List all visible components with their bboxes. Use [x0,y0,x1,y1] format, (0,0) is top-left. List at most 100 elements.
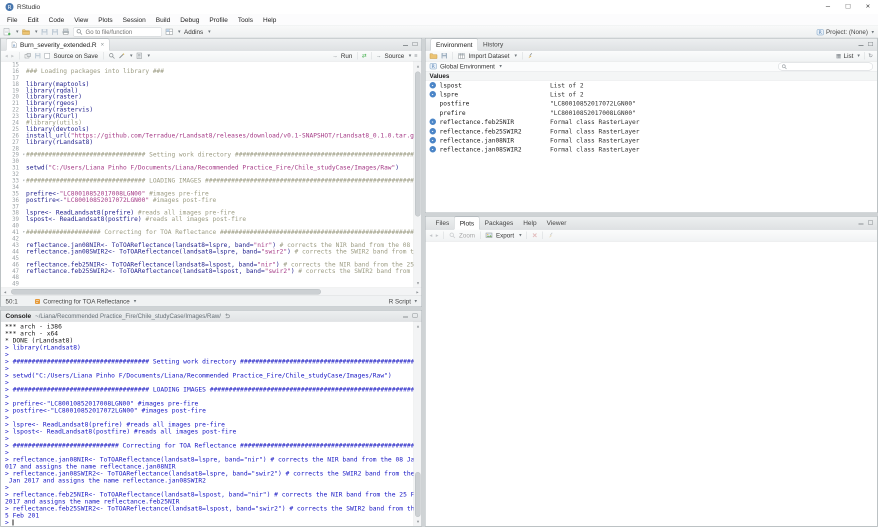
close-icon[interactable]: × [101,41,105,48]
document-outline-icon[interactable]: ≡ [414,53,417,59]
object-expander-icon[interactable]: ▸ [430,137,437,144]
chevron-down-icon[interactable]: ▾ [130,53,133,59]
chevron-down-icon[interactable]: ▾ [148,53,151,59]
menu-item[interactable]: Code [44,14,70,26]
chevron-down-icon[interactable]: ▾ [178,29,181,35]
refresh-icon[interactable]: ↻ [868,53,873,60]
menu-item[interactable]: File [2,14,22,26]
files-pane-tab[interactable]: Help [518,216,541,229]
chevron-down-icon[interactable]: ▾ [514,53,517,59]
save-all-icon[interactable] [52,28,59,35]
open-project-icon[interactable] [22,29,30,36]
popout-window-icon[interactable] [25,53,32,59]
maximize-pane-icon[interactable] [412,313,418,318]
zoom-button[interactable]: Zoom [459,232,475,239]
environment-object-row[interactable]: ▸ lspre List of 2 [426,90,878,99]
minimize-pane-icon[interactable] [403,42,409,47]
console-output[interactable]: *** arch - i386*** arch - x64* DONE (rLa… [1,322,414,527]
minimize-pane-icon[interactable] [403,313,409,318]
window-maximize-icon[interactable]: □ [838,0,858,14]
environment-object-row[interactable]: ▸ reflectance.feb25SWIR2 Formal class Ra… [426,126,878,135]
goto-file-search[interactable] [73,27,162,36]
menu-item[interactable]: Plots [93,14,117,26]
next-plot-icon[interactable]: ▸ [436,232,439,239]
run-button[interactable]: Run [341,52,352,59]
new-file-icon[interactable] [4,28,12,36]
compile-report-icon[interactable] [136,53,143,60]
file-type-selector[interactable]: R Script ▾ [389,298,417,305]
environment-object-row[interactable]: ▸ prefire "LC80010852017008LGN00" [426,108,878,117]
menu-item[interactable]: Build [151,14,175,26]
maximize-pane-icon[interactable] [868,220,874,225]
save-icon[interactable] [41,28,48,35]
previous-plot-icon[interactable]: ◂ [430,232,433,239]
menu-item[interactable]: Edit [22,14,43,26]
environment-pane-tab[interactable]: Environment [431,39,478,51]
load-workspace-icon[interactable] [430,53,438,60]
menu-item[interactable]: View [69,14,93,26]
window-minimize-icon[interactable]: – [818,0,838,14]
environment-search[interactable] [778,63,873,71]
forward-icon[interactable]: ▸ [11,53,14,60]
chevron-down-icon[interactable]: ▾ [857,53,860,59]
scope-selector[interactable]: Global Environment [440,63,495,70]
maximize-pane-icon[interactable] [868,42,874,47]
scroll-left-icon[interactable]: ◂ [1,289,9,296]
find-replace-icon[interactable] [109,53,116,60]
scrollbar-thumb[interactable] [415,72,421,217]
environment-object-row[interactable]: ▸ reflectance.feb25NIR Formal class Rast… [426,117,878,126]
environment-search-input[interactable] [789,63,869,70]
files-pane-tab[interactable]: Files [431,216,455,229]
menu-item[interactable]: Help [258,14,281,26]
minimize-pane-icon[interactable] [858,42,864,47]
pane-layout-icon[interactable] [166,29,174,36]
maximize-pane-icon[interactable] [412,42,418,47]
goto-directory-icon[interactable] [225,313,231,319]
editor-horizontal-scrollbar[interactable]: ◂ ▸ [1,288,422,296]
scroll-up-icon[interactable]: ▴ [414,323,422,330]
object-expander-icon[interactable]: ▸ [430,128,437,135]
object-expander-icon[interactable]: ▸ [430,119,437,126]
chevron-down-icon[interactable]: ▾ [409,53,412,59]
source-on-save-checkbox[interactable] [45,53,51,59]
files-pane-tab[interactable]: Viewer [542,216,572,229]
scroll-up-icon[interactable]: ▴ [414,63,422,70]
clear-objects-broom-icon[interactable] [528,53,535,60]
scroll-down-icon[interactable]: ▾ [414,518,422,525]
editor-vertical-scrollbar[interactable]: ▴ ▾ [414,62,422,288]
object-expander-icon[interactable]: ▸ [430,91,437,98]
environment-object-row[interactable]: ▸ lspost List of 2 [426,81,878,90]
menu-item[interactable]: Tools [233,14,258,26]
section-navigator[interactable]: Correcting for TOA Reflectance ▾ [35,298,137,305]
clear-plots-broom-icon[interactable] [548,232,555,239]
back-icon[interactable]: ◂ [5,53,8,60]
save-icon[interactable] [35,53,42,60]
list-view-button[interactable]: List [844,52,854,59]
scrollbar-thumb[interactable] [11,289,321,295]
project-menu-button[interactable]: R Project: (None) ▾ [816,26,874,38]
save-workspace-icon[interactable] [441,53,448,60]
rerun-icon[interactable]: ⇄ [362,53,367,60]
menu-item[interactable]: Profile [204,14,232,26]
chevron-down-icon[interactable]: ▾ [35,29,38,35]
menu-item[interactable]: Session [118,14,151,26]
goto-file-input[interactable] [85,28,160,36]
code-editor[interactable]: 1516### Loading packages into library ##… [1,62,414,288]
console-vertical-scrollbar[interactable]: ▴ ▾ [414,322,422,527]
object-expander-icon[interactable]: ▸ [430,82,437,89]
code-tools-wand-icon[interactable] [119,53,126,60]
environment-object-row[interactable]: ▸ reflectance.jan08SWIR2 Formal class Ra… [426,145,878,154]
import-dataset-button[interactable]: Import Dataset [469,52,510,59]
chevron-down-icon[interactable]: ▾ [208,29,211,35]
scrollbar-thumb[interactable] [415,472,421,517]
chevron-down-icon[interactable]: ▾ [16,29,19,35]
scroll-right-icon[interactable]: ▸ [414,289,422,296]
source-button[interactable]: Source [384,52,404,59]
chevron-down-icon[interactable]: ▾ [519,233,522,239]
print-icon[interactable] [62,29,70,36]
scroll-down-icon[interactable]: ▾ [414,280,422,287]
environment-object-row[interactable]: ▸ reflectance.jan08NIR Formal class Rast… [426,136,878,145]
object-expander-icon[interactable]: ▸ [430,146,437,153]
environment-pane-tab[interactable]: History [478,38,508,50]
addins-button[interactable]: Addins [184,28,203,35]
